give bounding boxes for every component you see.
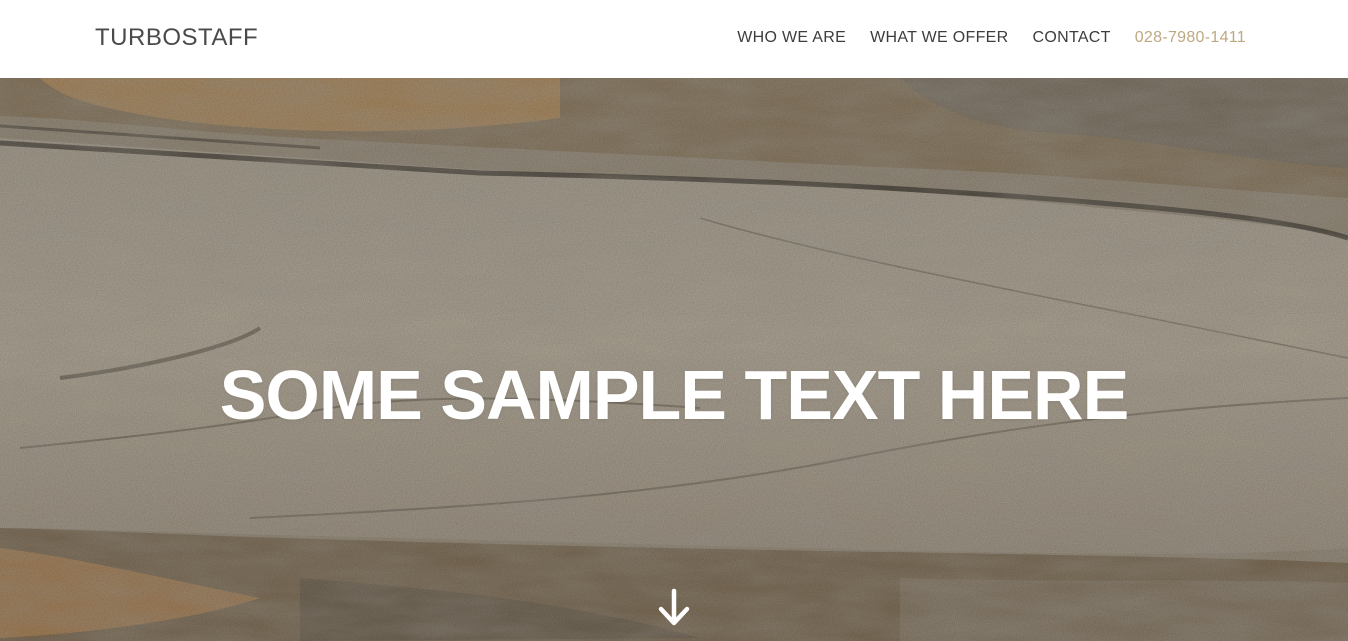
site-logo[interactable]: TURBOSTAFF	[95, 24, 258, 52]
site-header: TURBOSTAFF WHO WE ARE WHAT WE OFFER CONT…	[0, 0, 1348, 78]
nav-contact[interactable]: CONTACT	[1032, 29, 1110, 47]
nav-who-we-are[interactable]: WHO WE ARE	[737, 29, 846, 47]
nav-phone-link[interactable]: 028-7980-1411	[1135, 29, 1246, 47]
arrow-down-icon[interactable]	[656, 588, 692, 628]
main-nav: WHO WE ARE WHAT WE OFFER CONTACT 028-798…	[737, 29, 1246, 47]
hero-section: SOME SAMPLE TEXT HERE	[0, 78, 1348, 641]
nav-what-we-offer[interactable]: WHAT WE OFFER	[870, 29, 1008, 47]
hero-title: SOME SAMPLE TEXT HERE	[219, 356, 1130, 434]
